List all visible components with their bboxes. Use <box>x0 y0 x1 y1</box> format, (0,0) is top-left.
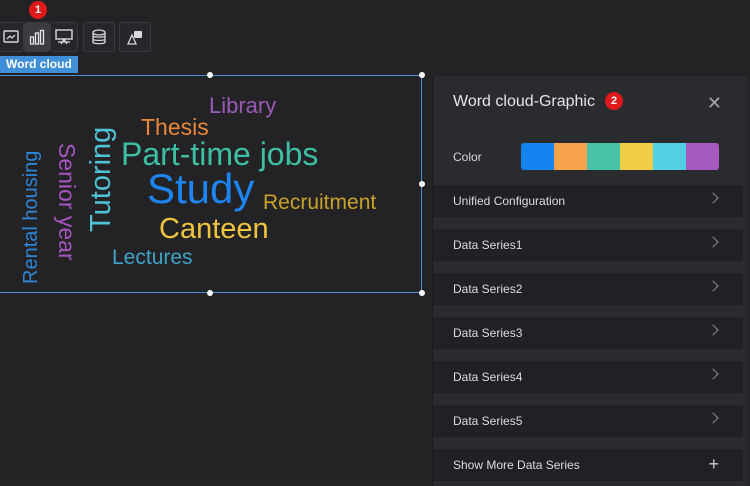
graphic-settings-panel: Word cloud-Graphic 2 ✕ Color Unified Con… <box>432 76 748 486</box>
shapes-icon <box>126 30 142 45</box>
chevron-right-icon <box>707 368 719 380</box>
row-unified-configuration[interactable]: Unified Configuration <box>433 185 743 217</box>
color-swatch-1[interactable] <box>521 143 554 170</box>
shapes-button[interactable] <box>119 22 151 52</box>
resize-handle-right[interactable] <box>419 181 425 187</box>
widget-name-tag: Word cloud <box>0 56 78 73</box>
bar-chart-icon <box>29 29 45 45</box>
close-icon[interactable]: ✕ <box>707 94 722 112</box>
bar-chart-button[interactable] <box>24 22 50 52</box>
word-canteen: Canteen <box>159 213 269 245</box>
resize-handle-bottom[interactable] <box>207 290 213 296</box>
word-lectures: Lectures <box>112 246 193 269</box>
chevron-right-icon <box>707 412 719 424</box>
word-cloud-canvas[interactable]: Library Thesis Part-time jobs Study Recr… <box>0 75 422 293</box>
row-show-more-data-series[interactable]: Show More Data Series + <box>433 449 743 481</box>
word-recruitment: Recruitment <box>263 191 377 214</box>
color-swatch-3[interactable] <box>587 143 620 170</box>
word-senior-year: Senior year <box>54 143 80 261</box>
row-label: Unified Configuration <box>453 194 566 208</box>
database-icon <box>92 28 106 44</box>
row-data-series-5[interactable]: Data Series5 <box>433 405 743 437</box>
panel-title: Word cloud-Graphic <box>453 93 595 110</box>
color-swatch-2[interactable] <box>554 143 587 170</box>
chevron-right-icon <box>707 324 719 336</box>
resize-handle-top-right[interactable] <box>419 72 425 78</box>
plus-icon: + <box>708 454 719 474</box>
row-label: Data Series1 <box>453 238 523 252</box>
image-chart-button[interactable] <box>0 22 24 52</box>
row-label: Data Series3 <box>453 326 523 340</box>
chevron-right-icon <box>707 280 719 292</box>
row-data-series-1[interactable]: Data Series1 <box>433 229 743 261</box>
row-label: Data Series4 <box>453 370 523 384</box>
color-swatch-4[interactable] <box>620 143 653 170</box>
row-label: Show More Data Series <box>453 458 580 472</box>
image-chart-icon <box>3 30 19 43</box>
word-rental-housing: Rental housing <box>20 150 42 284</box>
word-tutoring: Tutoring <box>85 126 117 232</box>
color-label: Color <box>453 150 482 164</box>
row-data-series-4[interactable]: Data Series4 <box>433 361 743 393</box>
step-badge-1: 1 <box>29 1 47 19</box>
row-data-series-2[interactable]: Data Series2 <box>433 273 743 305</box>
row-label: Data Series5 <box>453 414 523 428</box>
color-palette[interactable] <box>521 143 719 170</box>
presentation-button[interactable] <box>50 22 78 52</box>
resize-handle-bottom-right[interactable] <box>419 290 425 296</box>
presentation-icon <box>55 29 73 45</box>
step-badge-2: 2 <box>605 92 623 110</box>
word-study: Study <box>147 165 255 212</box>
chevron-right-icon <box>707 236 719 248</box>
word-library: Library <box>209 93 277 118</box>
database-button[interactable] <box>83 22 115 52</box>
chevron-right-icon <box>707 192 719 204</box>
resize-handle-top[interactable] <box>207 72 213 78</box>
row-label: Data Series2 <box>453 282 523 296</box>
color-swatch-5[interactable] <box>653 143 686 170</box>
row-data-series-3[interactable]: Data Series3 <box>433 317 743 349</box>
color-swatch-6[interactable] <box>686 143 719 170</box>
